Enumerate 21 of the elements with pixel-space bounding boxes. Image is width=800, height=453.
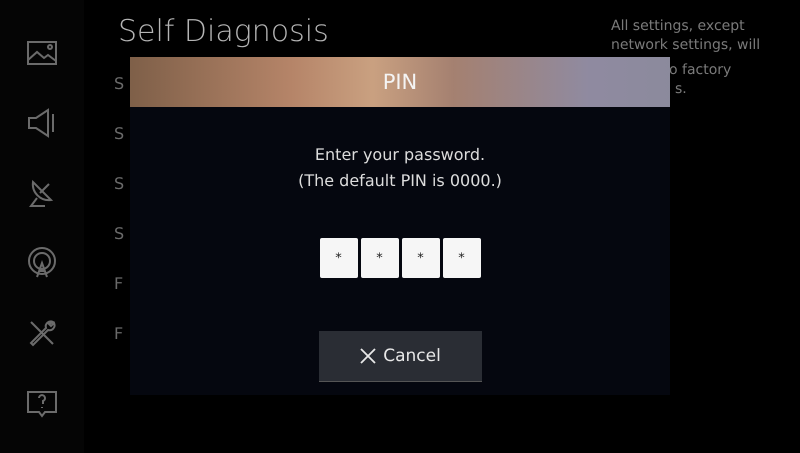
description-text: o factory [668, 61, 732, 80]
pin-digit-field[interactable]: * [320, 238, 358, 278]
description-text: All settings, except [611, 17, 746, 36]
page-title: Self Diagnosis [118, 14, 329, 50]
menu-item[interactable]: S [114, 174, 125, 194]
message-text: (The default PIN is 0000.) [298, 170, 502, 192]
pin-digit-field[interactable]: * [402, 238, 440, 278]
description-text: s. [674, 80, 688, 99]
pin-digit-field[interactable]: * [360, 238, 398, 278]
menu-item[interactable]: F [114, 274, 125, 294]
cancel-button[interactable]: Cancel [318, 331, 482, 382]
close-icon [359, 347, 378, 365]
broadcast-icon[interactable] [25, 246, 59, 280]
menu-item[interactable]: S [114, 74, 125, 94]
description-text: network settings, will [611, 36, 760, 55]
pin-digit-field[interactable]: * [442, 238, 480, 278]
menu-item[interactable]: S [114, 224, 125, 244]
message-text: Enter your password. [314, 144, 486, 166]
dialog-title: PIN [382, 70, 418, 94]
menu-item[interactable]: F [114, 324, 125, 344]
menu-item[interactable]: S [114, 124, 125, 144]
